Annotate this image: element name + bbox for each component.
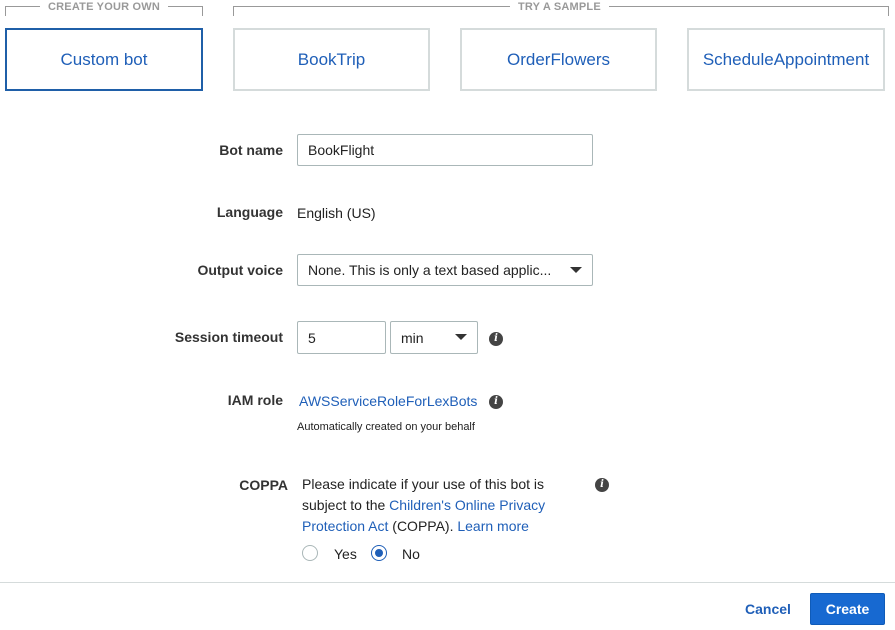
template-orderflowers[interactable]: OrderFlowers (460, 28, 657, 91)
session-timeout-unit-select[interactable]: min (390, 321, 478, 354)
coppa-yes-label[interactable]: Yes (334, 546, 357, 562)
coppa-no-radio[interactable] (371, 545, 387, 561)
coppa-no-label[interactable]: No (402, 546, 420, 562)
language-label: Language (216, 204, 283, 220)
info-icon[interactable]: i (489, 395, 503, 409)
try-sample-group-label: TRY A SAMPLE (510, 1, 609, 13)
language-value: English (US) (297, 205, 376, 221)
coppa-label: COPPA (239, 477, 288, 493)
session-timeout-unit-value: min (401, 329, 424, 346)
session-timeout-input[interactable]: 5 (297, 321, 386, 354)
output-voice-label: Output voice (197, 262, 283, 278)
template-scheduleappointment[interactable]: ScheduleAppointment (687, 28, 885, 91)
iam-role-hint: Automatically created on your behalf (297, 421, 475, 433)
learn-more-link[interactable]: Learn more (457, 518, 529, 534)
create-button[interactable]: Create (810, 593, 885, 625)
create-own-group-label: CREATE YOUR OWN (40, 1, 168, 13)
chevron-down-icon (455, 334, 467, 340)
template-custom-bot[interactable]: Custom bot (5, 28, 203, 91)
template-booktrip[interactable]: BookTrip (233, 28, 430, 91)
coppa-description: Please indicate if your use of this bot … (302, 474, 567, 537)
cancel-button[interactable]: Cancel (745, 598, 791, 620)
bot-name-input[interactable]: BookFlight (297, 134, 593, 166)
footer-divider (0, 582, 895, 583)
coppa-text-mid: (COPPA). (388, 518, 458, 534)
iam-role-link[interactable]: AWSServiceRoleForLexBots (299, 393, 477, 409)
session-timeout-label: Session timeout (174, 329, 283, 345)
output-voice-selected-value: None. This is only a text based applic..… (308, 262, 552, 278)
bot-name-label: Bot name (219, 142, 283, 158)
iam-role-label: IAM role (227, 392, 283, 408)
info-icon[interactable]: i (595, 478, 609, 492)
info-icon[interactable]: i (489, 332, 503, 346)
coppa-yes-radio[interactable] (302, 545, 318, 561)
chevron-down-icon (570, 267, 582, 273)
output-voice-select[interactable]: None. This is only a text based applic..… (297, 254, 593, 286)
